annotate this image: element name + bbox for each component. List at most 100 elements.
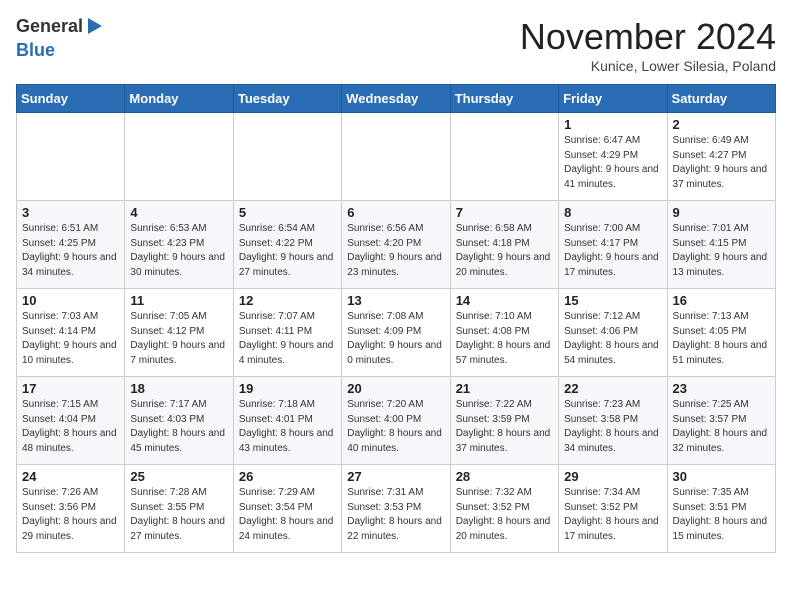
- day-info: Sunrise: 6:53 AM Sunset: 4:23 PM Dayligh…: [130, 222, 227, 280]
- calendar-cell-w1-d1: [125, 113, 233, 201]
- day-info: Sunrise: 7:32 AM Sunset: 3:52 PM Dayligh…: [456, 486, 553, 544]
- day-number: 19: [239, 381, 336, 396]
- logo: General Blue: [16, 16, 106, 61]
- day-info: Sunrise: 6:58 AM Sunset: 4:18 PM Dayligh…: [456, 222, 553, 280]
- day-number: 28: [456, 469, 553, 484]
- calendar-cell-w4-d0: 17 Sunrise: 7:15 AM Sunset: 4:04 PM Dayli…: [17, 377, 125, 465]
- day-info: Sunrise: 7:10 AM Sunset: 4:08 PM Dayligh…: [456, 310, 553, 368]
- day-info: Sunrise: 7:13 AM Sunset: 4:05 PM Dayligh…: [673, 310, 770, 368]
- calendar-cell-w4-d4: 21 Sunrise: 7:22 AM Sunset: 3:59 PM Dayli…: [450, 377, 558, 465]
- calendar-cell-w3-d2: 12Sunrise: 7:07 AM Sunset: 4:11 PM Dayli…: [233, 289, 341, 377]
- location-text: Kunice, Lower Silesia, Poland: [520, 58, 776, 74]
- day-info: Sunrise: 7:15 AM Sunset: 4:04 PM Dayligh…: [22, 398, 119, 456]
- day-info: Sunrise: 6:51 AM Sunset: 4:25 PM Dayligh…: [22, 222, 119, 280]
- day-info: Sunrise: 7:20 AM Sunset: 4:00 PM Dayligh…: [347, 398, 444, 456]
- calendar-cell-w1-d5: 1Sunrise: 6:47 AM Sunset: 4:29 PM Daylig…: [559, 113, 667, 201]
- day-number: 17: [22, 381, 119, 396]
- day-number: 26: [239, 469, 336, 484]
- day-number: 15: [564, 293, 661, 308]
- day-number: 20: [347, 381, 444, 396]
- calendar-cell-w4-d1: 18Sunrise: 7:17 AM Sunset: 4:03 PM Dayli…: [125, 377, 233, 465]
- title-block: November 2024 Kunice, Lower Silesia, Pol…: [520, 16, 776, 74]
- day-number: 9: [673, 205, 770, 220]
- day-info: Sunrise: 7:25 AM Sunset: 3:57 PM Dayligh…: [673, 398, 770, 456]
- day-info: Sunrise: 7:18 AM Sunset: 4:01 PM Dayligh…: [239, 398, 336, 456]
- calendar-cell-w3-d4: 14 Sunrise: 7:10 AM Sunset: 4:08 PM Dayli…: [450, 289, 558, 377]
- week-row-5: 24Sunrise: 7:26 AM Sunset: 3:56 PM Dayli…: [17, 465, 776, 553]
- day-info: Sunrise: 7:34 AM Sunset: 3:52 PM Dayligh…: [564, 486, 661, 544]
- calendar-table: Sunday Monday Tuesday Wednesday Thursday…: [16, 84, 776, 553]
- day-number: 25: [130, 469, 227, 484]
- day-number: 8: [564, 205, 661, 220]
- day-number: 14: [456, 293, 553, 308]
- calendar-cell-w5-d3: 27Sunrise: 7:31 AM Sunset: 3:53 PM Dayli…: [342, 465, 450, 553]
- weekday-header-row: Sunday Monday Tuesday Wednesday Thursday…: [17, 85, 776, 113]
- calendar-cell-w5-d2: 26Sunrise: 7:29 AM Sunset: 3:54 PM Dayli…: [233, 465, 341, 553]
- logo-text-blue: Blue: [16, 40, 55, 60]
- day-number: 4: [130, 205, 227, 220]
- calendar-cell-w4-d2: 19 Sunrise: 7:18 AM Sunset: 4:01 PM Dayli…: [233, 377, 341, 465]
- day-number: 5: [239, 205, 336, 220]
- header-tuesday: Tuesday: [233, 85, 341, 113]
- day-info: Sunrise: 7:22 AM Sunset: 3:59 PM Dayligh…: [456, 398, 553, 456]
- calendar-cell-w2-d5: 8Sunrise: 7:00 AM Sunset: 4:17 PM Daylig…: [559, 201, 667, 289]
- header-monday: Monday: [125, 85, 233, 113]
- calendar-cell-w1-d3: [342, 113, 450, 201]
- day-number: 11: [130, 293, 227, 308]
- day-number: 18: [130, 381, 227, 396]
- day-info: Sunrise: 7:23 AM Sunset: 3:58 PM Dayligh…: [564, 398, 661, 456]
- day-number: 13: [347, 293, 444, 308]
- calendar-cell-w2-d1: 4 Sunrise: 6:53 AM Sunset: 4:23 PM Daylig…: [125, 201, 233, 289]
- day-number: 21: [456, 381, 553, 396]
- calendar-cell-w3-d1: 11Sunrise: 7:05 AM Sunset: 4:12 PM Dayli…: [125, 289, 233, 377]
- day-info: Sunrise: 7:03 AM Sunset: 4:14 PM Dayligh…: [22, 310, 119, 368]
- calendar-cell-w1-d4: [450, 113, 558, 201]
- day-number: 10: [22, 293, 119, 308]
- day-number: 23: [673, 381, 770, 396]
- day-number: 29: [564, 469, 661, 484]
- day-info: Sunrise: 6:47 AM Sunset: 4:29 PM Dayligh…: [564, 134, 661, 192]
- day-number: 7: [456, 205, 553, 220]
- week-row-3: 10 Sunrise: 7:03 AM Sunset: 4:14 PM Dayli…: [17, 289, 776, 377]
- calendar-cell-w4-d3: 20 Sunrise: 7:20 AM Sunset: 4:00 PM Dayli…: [342, 377, 450, 465]
- calendar-cell-w1-d0: [17, 113, 125, 201]
- day-info: Sunrise: 7:01 AM Sunset: 4:15 PM Dayligh…: [673, 222, 770, 280]
- calendar-cell-w5-d0: 24Sunrise: 7:26 AM Sunset: 3:56 PM Dayli…: [17, 465, 125, 553]
- day-number: 22: [564, 381, 661, 396]
- day-number: 16: [673, 293, 770, 308]
- calendar-cell-w1-d6: 2 Sunrise: 6:49 AM Sunset: 4:27 PM Daylig…: [667, 113, 775, 201]
- day-number: 30: [673, 469, 770, 484]
- day-number: 2: [673, 117, 770, 132]
- calendar-cell-w2-d0: 3 Sunrise: 6:51 AM Sunset: 4:25 PM Daylig…: [17, 201, 125, 289]
- week-row-4: 17 Sunrise: 7:15 AM Sunset: 4:04 PM Dayli…: [17, 377, 776, 465]
- day-info: Sunrise: 6:49 AM Sunset: 4:27 PM Dayligh…: [673, 134, 770, 192]
- day-info: Sunrise: 6:56 AM Sunset: 4:20 PM Dayligh…: [347, 222, 444, 280]
- month-title: November 2024: [520, 16, 776, 58]
- calendar-cell-w3-d0: 10 Sunrise: 7:03 AM Sunset: 4:14 PM Dayli…: [17, 289, 125, 377]
- calendar-cell-w5-d5: 29 Sunrise: 7:34 AM Sunset: 3:52 PM Dayli…: [559, 465, 667, 553]
- day-number: 12: [239, 293, 336, 308]
- calendar-cell-w5-d4: 28 Sunrise: 7:32 AM Sunset: 3:52 PM Dayli…: [450, 465, 558, 553]
- calendar-cell-w2-d2: 5 Sunrise: 6:54 AM Sunset: 4:22 PM Daylig…: [233, 201, 341, 289]
- calendar-cell-w2-d6: 9 Sunrise: 7:01 AM Sunset: 4:15 PM Daylig…: [667, 201, 775, 289]
- day-number: 24: [22, 469, 119, 484]
- calendar-cell-w4-d6: 23 Sunrise: 7:25 AM Sunset: 3:57 PM Dayli…: [667, 377, 775, 465]
- calendar-cell-w3-d3: 13 Sunrise: 7:08 AM Sunset: 4:09 PM Dayli…: [342, 289, 450, 377]
- calendar-cell-w5-d6: 30 Sunrise: 7:35 AM Sunset: 3:51 PM Dayli…: [667, 465, 775, 553]
- day-info: Sunrise: 7:12 AM Sunset: 4:06 PM Dayligh…: [564, 310, 661, 368]
- day-info: Sunrise: 6:54 AM Sunset: 4:22 PM Dayligh…: [239, 222, 336, 280]
- header-saturday: Saturday: [667, 85, 775, 113]
- calendar-cell-w5-d1: 25Sunrise: 7:28 AM Sunset: 3:55 PM Dayli…: [125, 465, 233, 553]
- calendar-cell-w1-d2: [233, 113, 341, 201]
- week-row-1: 1Sunrise: 6:47 AM Sunset: 4:29 PM Daylig…: [17, 113, 776, 201]
- day-number: 3: [22, 205, 119, 220]
- day-info: Sunrise: 7:35 AM Sunset: 3:51 PM Dayligh…: [673, 486, 770, 544]
- calendar-cell-w3-d6: 16 Sunrise: 7:13 AM Sunset: 4:05 PM Dayli…: [667, 289, 775, 377]
- week-row-2: 3 Sunrise: 6:51 AM Sunset: 4:25 PM Daylig…: [17, 201, 776, 289]
- day-number: 6: [347, 205, 444, 220]
- day-info: Sunrise: 7:31 AM Sunset: 3:53 PM Dayligh…: [347, 486, 444, 544]
- header-sunday: Sunday: [17, 85, 125, 113]
- day-info: Sunrise: 7:08 AM Sunset: 4:09 PM Dayligh…: [347, 310, 444, 368]
- calendar-cell-w2-d3: 6 Sunrise: 6:56 AM Sunset: 4:20 PM Daylig…: [342, 201, 450, 289]
- calendar-cell-w2-d4: 7 Sunrise: 6:58 AM Sunset: 4:18 PM Daylig…: [450, 201, 558, 289]
